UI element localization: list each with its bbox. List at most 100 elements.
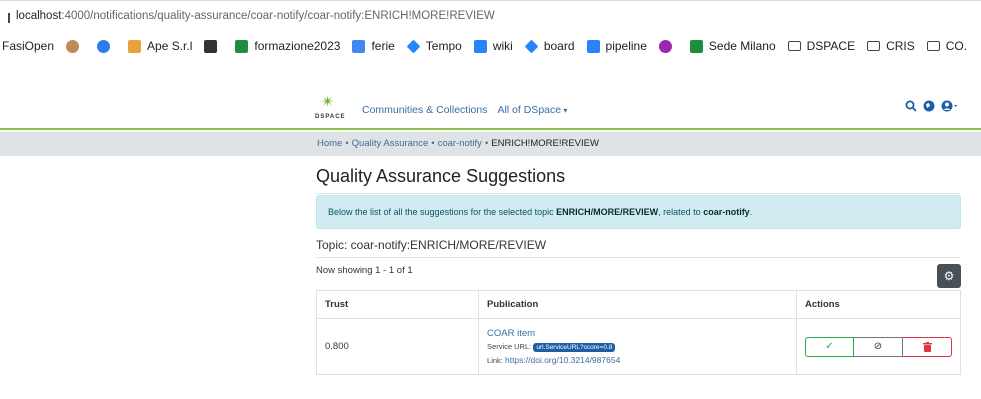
breadcrumb-source[interactable]: coar-notify <box>438 138 482 149</box>
bookmark-label: board <box>543 39 575 53</box>
main-nav: Communities & Collections All of DSpace <box>362 104 567 116</box>
page-title: Quality Assurance Suggestions <box>316 166 566 186</box>
alert-text-prefix: Below the list of all the suggestions fo… <box>328 207 557 217</box>
folder-icon <box>787 41 801 51</box>
bookmark-item[interactable]: Ape S.r.l <box>128 39 192 53</box>
check-icon: ✓ <box>825 341 834 352</box>
folder-icon <box>867 41 881 51</box>
app-header: ✴ DSPACE Communities & Collections All o… <box>0 60 981 130</box>
topic-heading: Topic: coar-notify:ENRICH/MORE/REVIEW <box>316 238 547 252</box>
bookmark-item[interactable]: wiki <box>473 39 513 53</box>
ban-icon: ⊘ <box>873 341 883 352</box>
breadcrumb-separator: • <box>345 138 349 149</box>
actions-cell: ✓ ⊘ <box>796 318 961 375</box>
alert-source: coar-notify <box>703 207 750 217</box>
dspace-logo[interactable]: ✴ DSPACE <box>315 92 345 122</box>
main-content: Quality Assurance Suggestions Below the … <box>315 156 962 396</box>
bookmark-label: Ape S.r.l <box>147 39 193 53</box>
trust-cell: 0.800 <box>315 318 480 375</box>
bookmark-label: CO. <box>945 39 968 53</box>
breadcrumb-separator: • <box>431 138 435 149</box>
breadcrumb: Home • Quality Assurance • coar-notify • ENRIC… <box>317 138 599 149</box>
bookmark-item[interactable]: ferie <box>352 39 395 53</box>
dspace-logo-mark-icon: ✴ <box>321 94 335 111</box>
bookmark-label: wiki <box>492 39 513 53</box>
bookmark-label: Sede Milano <box>708 39 776 53</box>
link-label: Link: <box>487 356 503 365</box>
globe-icon <box>97 39 111 53</box>
bookmark-item[interactable] <box>204 39 223 53</box>
table-header-row: Trust Publication Actions <box>315 290 961 319</box>
url-text[interactable]: localhost:4000/notifications/quality-ass… <box>16 10 495 22</box>
topic-divider <box>316 257 960 258</box>
bookmark-label: formazione2023 <box>254 39 341 53</box>
bookmark-label: ferie <box>371 39 395 53</box>
folder-icon <box>926 41 940 51</box>
url-host: localhost <box>16 10 62 22</box>
bookmark-label: FasiOpen <box>2 39 55 53</box>
user-menu-icon[interactable] <box>941 100 959 112</box>
table-row: 0.800 COAR item Service URL: url.Service… <box>315 318 961 375</box>
pagination-settings-button[interactable]: ⚙ <box>937 264 961 288</box>
breadcrumb-separator: • <box>484 138 489 149</box>
bookmark-label: pipeline <box>605 39 647 53</box>
bookmark-item[interactable] <box>66 39 85 53</box>
bookmark-item[interactable]: pipeline <box>586 39 647 53</box>
bookmark-item[interactable]: FasiOpen <box>2 39 54 53</box>
gear-icon: ⚙ <box>943 269 955 283</box>
diamond-icon <box>524 39 539 53</box>
site-icon <box>128 39 142 53</box>
column-header-actions: Actions <box>796 290 961 319</box>
address-bar[interactable]: localhost:4000/notifications/quality-ass… <box>0 0 981 32</box>
avatar-icon <box>66 39 80 53</box>
bookmark-item[interactable]: Sede Milano <box>689 39 776 53</box>
bookmark-item[interactable]: Tempo <box>406 39 462 53</box>
url-path: :4000/notifications/quality-assurance/co… <box>61 10 495 22</box>
reject-button[interactable] <box>903 336 952 357</box>
header-icons <box>905 100 959 112</box>
bookmark-item[interactable] <box>658 39 678 53</box>
service-url-badge: url.ServiceURL?score=0.8 <box>533 343 616 352</box>
alert-text-mid: , related to <box>658 207 704 217</box>
diamond-icon <box>406 39 421 53</box>
nav-all-of-dspace[interactable]: All of DSpace <box>497 104 567 116</box>
apps-icon <box>352 39 366 53</box>
breadcrumb-quality-assurance[interactable]: Quality Assurance <box>352 138 429 149</box>
suggestions-table: Trust Publication Actions 0.800 COAR ite… <box>315 290 961 375</box>
bookmark-label: CRIS <box>886 39 915 53</box>
bookmarks-bar: FasiOpen Ape S.r.l formazione2023 ferie Temp… <box>0 32 981 60</box>
circle-icon <box>658 39 672 53</box>
dspace-logo-text: DSPACE <box>315 114 346 120</box>
bookmark-item[interactable]: CRIS <box>867 39 915 53</box>
publication-cell: COAR item Service URL: url.ServiceURL?sc… <box>478 318 797 375</box>
sheet-icon <box>689 39 703 53</box>
bookmark-item[interactable] <box>97 39 116 53</box>
breadcrumb-bar: Home • Quality Assurance • coar-notify • ENRIC… <box>0 132 981 156</box>
bookmark-item[interactable]: CO. <box>926 39 968 53</box>
ignore-button[interactable]: ⊘ <box>854 336 903 357</box>
confluence-icon <box>473 39 487 53</box>
link-line: Link: https://doi.org/10.3214/987654 <box>487 355 788 365</box>
breadcrumb-current: ENRICH!MORE!REVIEW <box>491 138 599 149</box>
bookmark-item[interactable]: formazione2023 <box>235 39 340 53</box>
doi-link[interactable]: https://doi.org/10.3214/987654 <box>505 355 620 365</box>
accept-button[interactable]: ✓ <box>805 336 854 357</box>
bookmark-item[interactable]: DSPACE <box>787 39 856 53</box>
search-icon[interactable] <box>905 100 917 112</box>
publication-title-link[interactable]: COAR item <box>487 328 788 339</box>
pagination-summary: Now showing 1 - 1 of 1 <box>316 265 413 276</box>
service-url-line: Service URL: url.ServiceURL?score=0.8 <box>487 342 788 352</box>
action-button-group: ✓ ⊘ <box>805 336 952 357</box>
fb-icon <box>204 39 218 53</box>
nav-communities-collections[interactable]: Communities & Collections <box>362 104 487 116</box>
title-divider <box>316 193 960 194</box>
alert-topic: ENRICH/MORE/REVIEW <box>556 207 659 217</box>
text-caret <box>8 13 10 23</box>
language-globe-icon[interactable] <box>923 100 935 112</box>
breadcrumb-home[interactable]: Home <box>317 138 342 149</box>
bookmark-label: DSPACE <box>806 39 856 53</box>
info-alert: Below the list of all the suggestions fo… <box>316 195 961 229</box>
alert-text-suffix: . <box>749 207 753 217</box>
bookmark-item[interactable]: board <box>524 39 575 53</box>
service-url-label: Service URL: <box>487 342 532 351</box>
